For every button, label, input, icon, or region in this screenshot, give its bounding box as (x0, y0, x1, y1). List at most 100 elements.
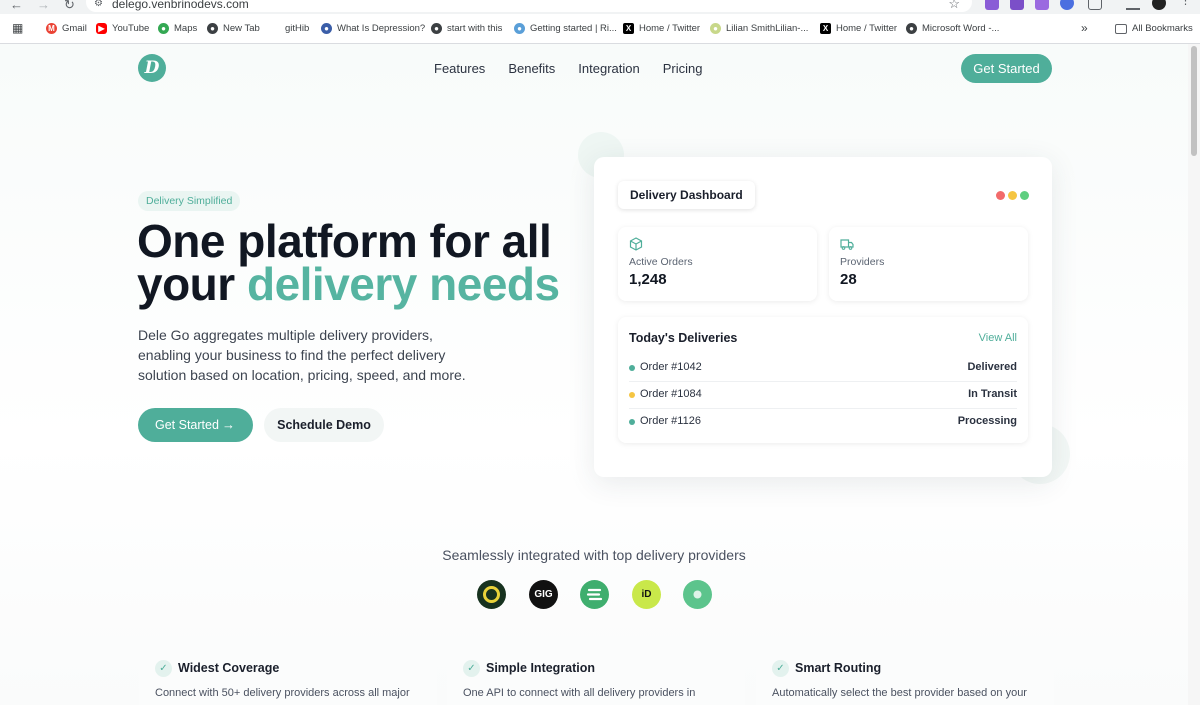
bookmark-github[interactable]: gitHib (285, 23, 309, 34)
x-icon: X (820, 23, 831, 34)
bookmark-depression[interactable]: ● What Is Depression? (321, 23, 425, 34)
feature-description: Connect with 50+ delivery providers acro… (155, 687, 410, 699)
bookmark-youtube[interactable]: ▶ YouTube (96, 23, 149, 34)
partner-logo-3 (580, 580, 609, 609)
check-icon: ✓ (772, 660, 789, 677)
dashboard-card: Delivery Dashboard Active Orders 1,248 P… (594, 157, 1052, 477)
page-scrollbar[interactable] (1188, 44, 1200, 705)
partner-logo-gig: GIG (529, 580, 558, 609)
extension-icon-2[interactable] (1010, 0, 1024, 10)
forward-icon[interactable]: → (37, 0, 50, 13)
nav-get-started-button[interactable]: Get Started (961, 54, 1052, 83)
globe-icon: ● (207, 23, 218, 34)
profile-avatar-icon[interactable] (1152, 0, 1166, 10)
site-icon: ● (514, 23, 525, 34)
feature-title: Simple Integration (486, 661, 596, 675)
feature-description: Automatically select the best provider b… (772, 687, 1027, 699)
deliveries-title: Today's Deliveries (629, 331, 738, 345)
order-status: Processing (957, 415, 1017, 427)
address-bar[interactable]: ⚙ delego.venbrinodevs.com ☆ (86, 0, 972, 12)
bookmark-twitter-2[interactable]: X Home / Twitter (820, 23, 897, 34)
browser-menu-icon[interactable]: ⋮ (1180, 0, 1191, 10)
todays-deliveries-panel: Today's Deliveries View All Order #1042 … (618, 317, 1028, 443)
all-bookmarks[interactable]: All Bookmarks (1115, 23, 1193, 34)
delivery-row[interactable]: Order #1042 Delivered (629, 355, 1017, 382)
extension-icon-4[interactable] (1060, 0, 1074, 10)
apps-grid-icon[interactable]: ▦ (12, 21, 23, 35)
status-dot (629, 365, 635, 371)
back-icon[interactable]: ← (10, 0, 23, 13)
feature-card: ✓ Widest Coverage Connect with 50+ deliv… (139, 645, 437, 705)
feature-card: ✓ Smart Routing Automatically select the… (756, 645, 1054, 705)
window-dot-red (996, 191, 1005, 200)
dashboard-title: Delivery Dashboard (618, 181, 755, 209)
stat-value: 1,248 (629, 271, 667, 288)
bookmark-getting-started[interactable]: ● Getting started | Ri... (514, 23, 617, 34)
feature-title: Smart Routing (795, 661, 882, 675)
main-nav: Features Benefits Integration Pricing (434, 61, 702, 76)
delivery-row[interactable]: Order #1084 In Transit (629, 382, 1017, 409)
maps-icon: ● (158, 23, 169, 34)
stat-label: Providers (840, 256, 885, 268)
truck-icon (840, 237, 854, 251)
arrow-right-icon: → (222, 417, 235, 432)
package-icon (629, 237, 643, 251)
browser-nav: ← → ↻ (10, 0, 75, 13)
stat-value: 28 (840, 271, 857, 288)
folder-icon (1115, 23, 1127, 34)
hero-title-line2: your (137, 258, 247, 310)
partner-logo-5 (683, 580, 712, 609)
nav-pricing[interactable]: Pricing (663, 61, 703, 76)
logo[interactable]: D (138, 54, 166, 82)
feature-card: ✓ Simple Integration One API to connect … (447, 645, 745, 705)
extensions-puzzle-icon[interactable] (1088, 0, 1102, 10)
globe-icon: ● (431, 23, 442, 34)
bookmark-lilian[interactable]: ● Lilian SmithLilian-... (710, 23, 808, 34)
order-id: Order #1084 (640, 388, 702, 400)
globe-icon: ● (906, 23, 917, 34)
integrations-heading: Seamlessly integrated with top delivery … (442, 547, 746, 563)
order-id: Order #1126 (640, 415, 701, 427)
bookmark-new-tab[interactable]: ● New Tab (207, 23, 260, 34)
extension-icon-3[interactable] (1035, 0, 1049, 10)
reload-icon[interactable]: ↻ (64, 0, 75, 13)
hero-subtitle: Dele Go aggregates multiple delivery pro… (138, 327, 466, 383)
browser-toolbar: ← → ↻ ⚙ delego.venbrinodevs.com ☆ ⋮ (0, 0, 1200, 14)
site-info-icon[interactable]: ⚙ (94, 0, 103, 9)
nav-benefits[interactable]: Benefits (508, 61, 555, 76)
hero-get-started-label: Get Started (155, 418, 219, 432)
more-bookmarks-icon[interactable]: » (1081, 21, 1088, 35)
view-all-link[interactable]: View All (979, 332, 1017, 344)
x-icon: X (623, 23, 634, 34)
partner-logo-1 (477, 580, 506, 609)
feature-description: One API to connect with all delivery pro… (463, 687, 696, 699)
stat-providers: Providers 28 (829, 227, 1028, 301)
bookmark-star-icon[interactable]: ☆ (948, 0, 960, 12)
bookmark-word[interactable]: ● Microsoft Word -... (906, 23, 999, 34)
hero-get-started-button[interactable]: Get Started → (138, 408, 253, 442)
delivery-row[interactable]: Order #1126 Processing (629, 409, 1017, 436)
url-text[interactable]: delego.venbrinodevs.com (112, 0, 249, 11)
status-dot (629, 419, 635, 425)
nav-features[interactable]: Features (434, 61, 485, 76)
status-dot (629, 392, 635, 398)
download-icon[interactable] (1126, 0, 1140, 10)
bookmark-twitter-1[interactable]: X Home / Twitter (623, 23, 700, 34)
nav-integration[interactable]: Integration (578, 61, 639, 76)
bookmark-gmail[interactable]: M Gmail (46, 23, 87, 34)
gmail-icon: M (46, 23, 57, 34)
schedule-demo-button[interactable]: Schedule Demo (264, 408, 384, 442)
window-dot-yellow (1008, 191, 1017, 200)
hero-title-accent: delivery needs (246, 258, 560, 310)
youtube-icon: ▶ (96, 23, 107, 34)
hero-badge: Delivery Simplified (138, 191, 241, 211)
bookmark-maps[interactable]: ● Maps (158, 23, 197, 34)
stat-active-orders: Active Orders 1,248 (618, 227, 817, 301)
partner-logo-id: iD (632, 580, 661, 609)
extension-icon-1[interactable] (985, 0, 999, 10)
check-icon: ✓ (155, 660, 172, 677)
scrollbar-thumb[interactable] (1191, 46, 1197, 156)
bookmark-start[interactable]: ● start with this (431, 23, 502, 34)
landing-page: D Features Benefits Integration Pricing … (0, 44, 1188, 705)
window-dot-green (1020, 191, 1029, 200)
